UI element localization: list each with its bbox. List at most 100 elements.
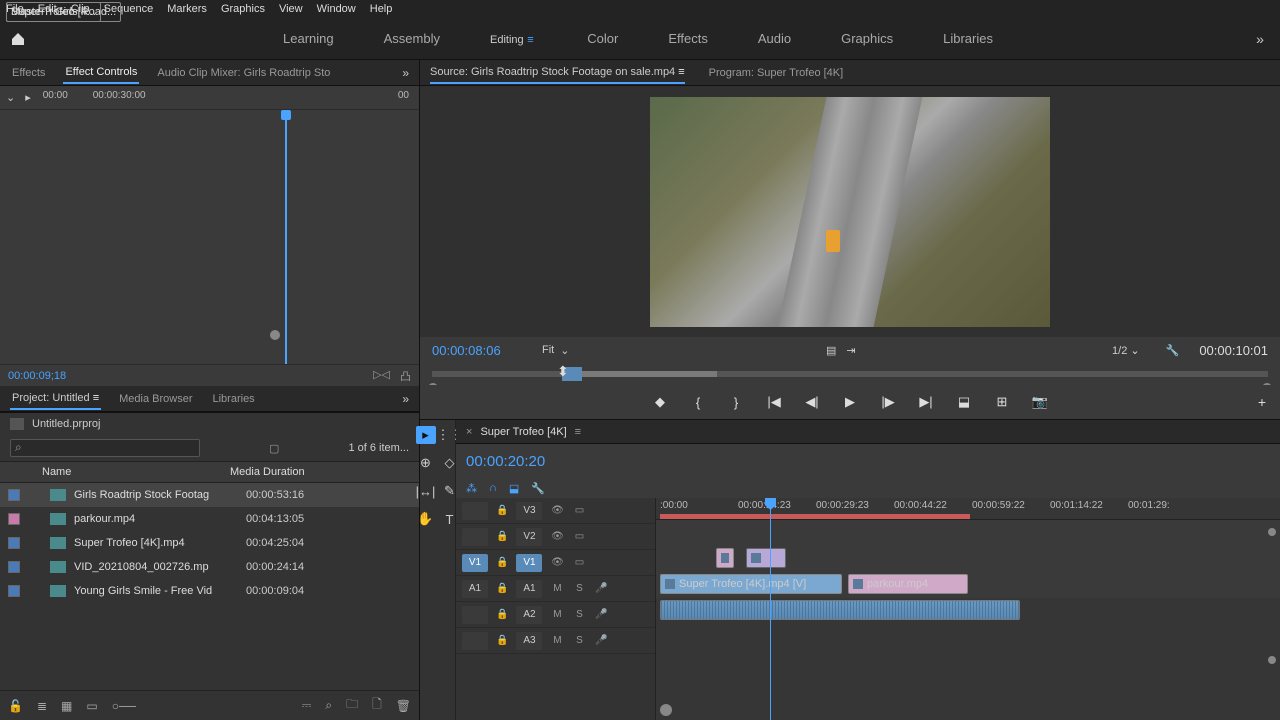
hamburger-icon[interactable] <box>527 34 537 46</box>
project-item[interactable]: Young Girls Smile - Free Vid00:00:09:04 <box>0 579 419 603</box>
ws-editing[interactable]: Editing <box>490 31 537 46</box>
new-bin-icon[interactable]: 🗀 <box>346 695 358 716</box>
source-ruler[interactable]: ⬍ <box>432 363 1268 385</box>
menu-markers[interactable]: Markers <box>167 3 207 15</box>
ws-assembly[interactable]: Assembly <box>384 31 440 46</box>
mute-icon[interactable]: M <box>550 609 564 620</box>
ec-playhead[interactable] <box>285 110 287 364</box>
source-timecode-left[interactable]: 00:00:08:06 <box>432 343 532 358</box>
timeline-ruler[interactable]: :00:0000:00:14:2300:00:29:2300:00:44:220… <box>656 498 1280 520</box>
track-target[interactable]: V3 <box>516 502 542 520</box>
track-target[interactable]: A1 <box>516 580 542 598</box>
overflow-icon[interactable]: » <box>1240 31 1280 47</box>
timeline-tab-name[interactable]: Super Trofeo [4K] <box>480 426 566 438</box>
track-target[interactable]: A3 <box>516 632 542 650</box>
ec-toggle-icon[interactable]: 凸 <box>400 368 411 384</box>
voice-icon[interactable]: 🎤 <box>594 635 608 646</box>
source-patch[interactable] <box>462 632 488 650</box>
source-patch[interactable]: A1 <box>462 580 488 598</box>
ws-audio[interactable]: Audio <box>758 31 791 46</box>
fit-dropdown[interactable]: Fit ⌄ <box>542 344 569 357</box>
ws-effects[interactable]: Effects <box>668 31 708 46</box>
lock-icon[interactable]: 🔒 <box>496 557 508 568</box>
menu-view[interactable]: View <box>279 3 303 15</box>
voice-icon[interactable]: 🎤 <box>594 583 608 594</box>
voice-icon[interactable]: 🎤 <box>594 609 608 620</box>
chevron-down-icon[interactable]: ⌄ <box>6 91 15 104</box>
tab-menu-icon[interactable]: ≡ <box>575 426 581 438</box>
slip-tool[interactable]: |↔| <box>416 482 436 500</box>
clip[interactable]: Super Trofeo [4K].mp4 [V] <box>660 574 842 594</box>
lock-icon[interactable]: 🔒 <box>496 583 508 594</box>
ws-color[interactable]: Color <box>587 31 618 46</box>
project-item[interactable]: Girls Roadtrip Stock Footag00:00:53:16 <box>0 483 419 507</box>
output-icon[interactable]: ▭ <box>572 557 586 568</box>
track-target[interactable]: A2 <box>516 606 542 624</box>
solo-icon[interactable]: S <box>572 583 586 594</box>
mute-icon[interactable]: M <box>550 583 564 594</box>
settings-icon[interactable]: 🔧 <box>531 482 545 495</box>
playhead-cursor-icon[interactable]: ⬍ <box>557 363 569 380</box>
close-icon[interactable]: × <box>466 426 472 438</box>
ripple-tool[interactable]: ⊕ <box>416 454 436 472</box>
ec-timecode[interactable]: 00:00:09;18 <box>8 370 66 382</box>
lock-icon[interactable]: 🔒 <box>496 609 508 620</box>
list-view-icon[interactable]: ≣ <box>37 699 47 713</box>
zoom-handle[interactable] <box>660 704 672 716</box>
safe-margins-icon[interactable]: ▤ <box>826 344 836 357</box>
tab-source[interactable]: Source: Girls Roadtrip Stock Footage on … <box>430 62 685 84</box>
insert-icon[interactable]: ⬓ <box>955 394 973 410</box>
find-icon[interactable]: ⌕ <box>325 698 332 713</box>
lock-icon[interactable]: 🔒 <box>496 531 508 542</box>
work-area-bar[interactable] <box>660 514 970 519</box>
menu-graphics[interactable]: Graphics <box>221 3 265 15</box>
eye-icon[interactable]: 👁 <box>550 505 564 516</box>
solo-icon[interactable]: S <box>572 635 586 646</box>
mute-icon[interactable]: M <box>550 635 564 646</box>
panel-overflow-icon[interactable]: » <box>402 392 409 406</box>
output-icon[interactable]: ⇥ <box>846 344 855 357</box>
menu-help[interactable]: Help <box>370 3 393 15</box>
marker-add-icon[interactable]: ⬓ <box>509 482 519 495</box>
source-patch[interactable]: V1 <box>462 554 488 572</box>
search-input[interactable] <box>10 439 200 457</box>
scroll-thumb[interactable] <box>1268 528 1276 536</box>
source-patch[interactable] <box>462 502 488 520</box>
label-color[interactable] <box>8 561 20 573</box>
overwrite-icon[interactable]: ⊞ <box>993 394 1011 410</box>
ws-learning[interactable]: Learning <box>283 31 334 46</box>
lock-icon[interactable]: 🔒 <box>496 635 508 646</box>
ec-timeline[interactable] <box>0 110 419 364</box>
settings-icon[interactable]: 🔧 <box>1166 344 1180 357</box>
scroll-thumb[interactable] <box>1268 656 1276 664</box>
col-duration[interactable]: Media Duration <box>230 466 305 478</box>
tab-media-browser[interactable]: Media Browser <box>117 389 194 409</box>
output-icon[interactable]: ▭ <box>572 531 586 542</box>
hand-tool[interactable]: ✋ <box>416 510 436 528</box>
step-back-icon[interactable]: ◀| <box>803 394 821 410</box>
clip[interactable] <box>716 548 734 568</box>
track-target[interactable]: V2 <box>516 528 542 546</box>
project-item[interactable]: VID_20210804_002726.mp00:00:24:14 <box>0 555 419 579</box>
selection-tool[interactable]: ▸ <box>416 426 436 444</box>
export-frame-icon[interactable]: 📷 <box>1031 394 1049 410</box>
snap-icon[interactable]: ⁂ <box>466 482 477 495</box>
tab-project[interactable]: Project: Untitled ≡ <box>10 388 101 410</box>
play-icon[interactable]: ▶ <box>841 394 859 410</box>
eye-icon[interactable]: 👁 <box>550 557 564 568</box>
tab-effect-controls[interactable]: Effect Controls <box>63 62 139 84</box>
eye-icon[interactable]: 👁 <box>550 531 564 542</box>
menu-window[interactable]: Window <box>317 3 356 15</box>
step-fwd-icon[interactable]: |▶ <box>879 394 897 410</box>
icon-view-icon[interactable]: ▦ <box>61 699 72 713</box>
solo-icon[interactable]: S <box>572 609 586 620</box>
lock-icon[interactable]: 🔓 <box>8 699 23 713</box>
filter-icon[interactable]: ▢ <box>269 442 279 455</box>
label-color[interactable] <box>8 537 20 549</box>
freeform-view-icon[interactable]: ▭ <box>86 699 97 713</box>
timeline-tracks[interactable]: :00:0000:00:14:2300:00:29:2300:00:44:220… <box>656 498 1280 720</box>
output-icon[interactable]: ▭ <box>572 505 586 516</box>
source-viewer[interactable] <box>420 86 1280 337</box>
track-target[interactable]: V1 <box>516 554 542 572</box>
audio-clip[interactable] <box>660 600 1020 620</box>
